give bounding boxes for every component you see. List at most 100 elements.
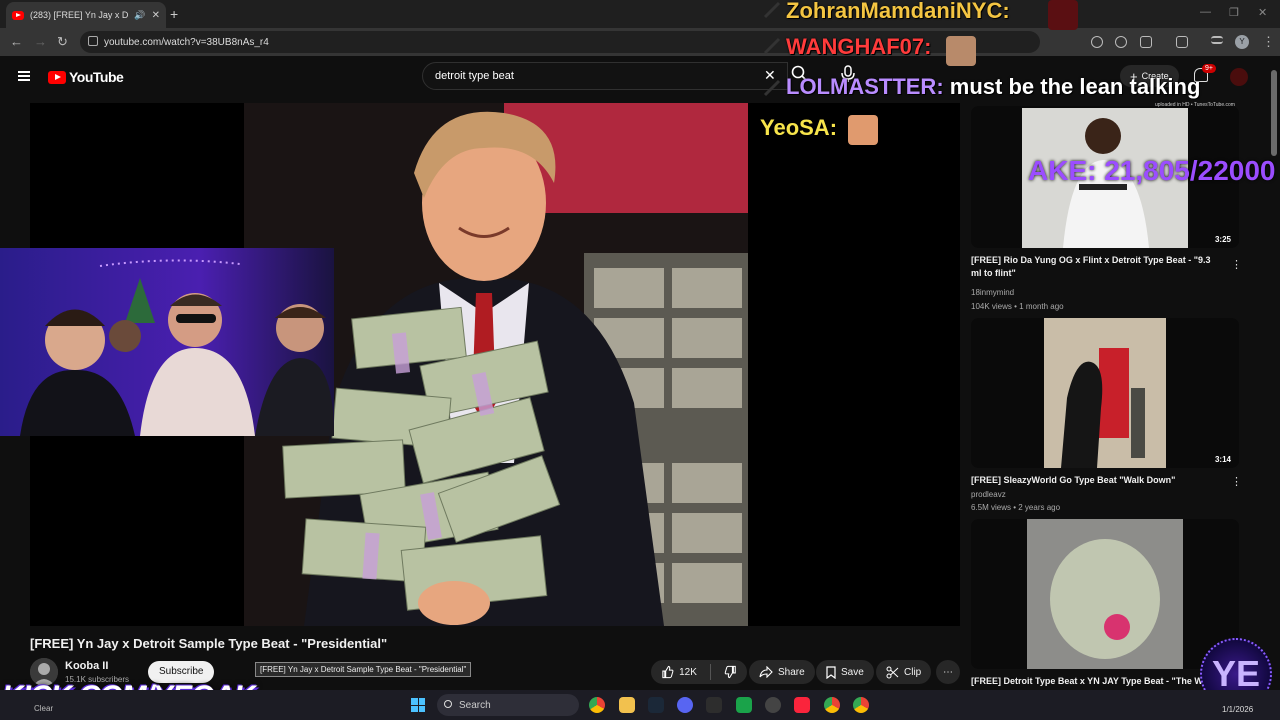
- window-close-icon[interactable]: ✕: [1258, 6, 1267, 19]
- chat-emote: [1048, 0, 1078, 30]
- site-info-icon[interactable]: [88, 36, 98, 46]
- sub-goal-counter: AKE: 21,805/22000: [1028, 155, 1276, 186]
- bookmark-icon: [826, 665, 836, 679]
- browser-tab-active[interactable]: (283) [FREE] Yn Jay x Detroit Sample Typ…: [6, 2, 166, 28]
- recommendation-thumbnail[interactable]: [971, 519, 1239, 669]
- share-arrow-icon: [759, 666, 773, 678]
- chrome-secondary-icon[interactable]: [853, 697, 869, 713]
- title-tooltip: [FREE] Yn Jay x Detroit Sample Type Beat…: [255, 662, 472, 677]
- clip-button[interactable]: Clip: [876, 660, 932, 684]
- channel-name[interactable]: Kooba II: [65, 660, 108, 672]
- youtube-logo-text: YouTube: [69, 69, 124, 85]
- settings-icon[interactable]: [765, 697, 781, 713]
- chat-username: YeoSA:: [760, 115, 838, 140]
- windows-start-icon[interactable]: [411, 698, 425, 712]
- video-title: [FREE] Yn Jay x Detroit Sample Type Beat…: [30, 636, 388, 651]
- file-explorer-icon[interactable]: [619, 697, 635, 713]
- search-input[interactable]: detroit type beat: [422, 62, 788, 90]
- share-button[interactable]: Share: [749, 660, 815, 684]
- browser-toolbar: ← → ↻ youtube.com/watch?v=38UB8nAs_r4 ⋮: [0, 28, 1280, 56]
- recommendation-title[interactable]: [FREE] Detroit Type Beat x YN JAY Type B…: [971, 675, 1221, 688]
- address-url: youtube.com/watch?v=38UB8nAs_r4: [104, 36, 269, 48]
- extension-icon[interactable]: [1115, 36, 1127, 48]
- youtube-logo[interactable]: YouTube: [48, 69, 124, 85]
- capcut-icon[interactable]: [706, 697, 722, 713]
- browser-tab-strip: (283) [FREE] Yn Jay x Detroit Sample Typ…: [0, 0, 1280, 28]
- music-icon[interactable]: [794, 697, 810, 713]
- share-label: Share: [778, 666, 805, 678]
- chrome-icon[interactable]: [589, 697, 605, 713]
- tab-audio-icon[interactable]: 🔊: [134, 10, 145, 21]
- moderator-sword-icon: [763, 79, 781, 97]
- system-clock-date[interactable]: 1/1/2026: [1222, 705, 1253, 714]
- recommendation-channel[interactable]: prodleavz: [971, 490, 1006, 499]
- back-icon[interactable]: ←: [10, 34, 23, 49]
- browser-profile-avatar[interactable]: Y: [1235, 35, 1249, 49]
- thumbs-up-icon[interactable]: [661, 665, 674, 679]
- recommendation-menu-icon[interactable]: ⋮: [1231, 475, 1242, 488]
- duration-badge: 3:25: [1214, 235, 1231, 244]
- recommendation-meta: 6.5M views • 2 years ago: [971, 503, 1061, 512]
- windows-taskbar: Clear Search 1/1/2026: [0, 690, 1280, 720]
- discord-icon[interactable]: [677, 697, 693, 713]
- recommendation-menu-icon[interactable]: ⋮: [1231, 258, 1242, 271]
- save-button[interactable]: Save: [816, 660, 874, 684]
- recommendation-item[interactable]: 3:25 [FREE] Rio Da Yung OG x Flint x Det…: [971, 106, 1242, 311]
- reload-icon[interactable]: ↻: [57, 34, 68, 50]
- chrome-active-icon[interactable]: [824, 697, 840, 713]
- chat-emote: [946, 36, 976, 66]
- chat-message: YeoSA:: [760, 115, 837, 141]
- scissors-icon: [886, 666, 899, 678]
- forward-icon[interactable]: →: [34, 34, 47, 49]
- chat-username: WANGHAF07:: [786, 34, 932, 59]
- search-icon: [444, 700, 452, 708]
- thumbs-down-icon[interactable]: [724, 665, 737, 679]
- chat-message: ZohranMamdaniNYC:: [786, 0, 1010, 24]
- account-avatar[interactable]: [1230, 68, 1248, 86]
- chat-message: LOLMASTTER: must be the lean talking: [786, 74, 1200, 100]
- like-divider: [709, 664, 711, 680]
- steam-icon[interactable]: [648, 697, 664, 713]
- youtube-play-icon: [48, 70, 66, 84]
- moderator-sword-icon: [763, 1, 781, 19]
- chat-emote: [848, 115, 878, 145]
- like-count[interactable]: 12K: [679, 667, 697, 678]
- duration-badge: 3:14: [1214, 455, 1231, 464]
- weather-widget[interactable]: Clear: [34, 704, 53, 713]
- taskbar-search-label: Search: [459, 699, 491, 711]
- like-dislike-group: 12K: [651, 660, 747, 684]
- app-green-icon[interactable]: [736, 697, 752, 713]
- puzzle-extensions-icon[interactable]: [1140, 36, 1152, 48]
- youtube-favicon-icon: [12, 10, 24, 20]
- recommendation-meta: 104K views • 1 month ago: [971, 302, 1064, 311]
- side-panel-icon[interactable]: [1176, 36, 1188, 48]
- recommendation-channel[interactable]: 18inmymind: [971, 288, 1014, 297]
- moderator-sword-icon: [763, 37, 781, 55]
- recommendation-title[interactable]: [FREE] SleazyWorld Go Type Beat "Walk Do…: [971, 474, 1221, 487]
- notification-count-badge: 9+: [1202, 64, 1216, 73]
- more-actions-icon[interactable]: ⋯: [936, 660, 960, 684]
- minimize-icon[interactable]: —: [1200, 6, 1211, 18]
- taskbar-search[interactable]: Search: [437, 694, 579, 716]
- clip-label: Clip: [904, 666, 922, 678]
- recommendation-item[interactable]: 3:14 [FREE] SleazyWorld Go Type Beat "Wa…: [971, 318, 1242, 513]
- chat-username: ZohranMamdaniNYC:: [786, 0, 1010, 23]
- recommendation-title[interactable]: [FREE] Rio Da Yung OG x Flint x Detroit …: [971, 254, 1221, 280]
- page-scrollbar[interactable]: [1271, 70, 1277, 156]
- recommendation-thumbnail[interactable]: 3:14: [971, 318, 1239, 468]
- chat-message: WANGHAF07:: [786, 34, 931, 60]
- save-label: Save: [841, 666, 864, 678]
- media-controls-icon[interactable]: [1211, 36, 1223, 44]
- maximize-icon[interactable]: ❐: [1229, 6, 1239, 19]
- new-tab-icon[interactable]: +: [170, 6, 178, 22]
- chat-text: must be the lean talking: [949, 74, 1201, 99]
- browser-menu-icon[interactable]: ⋮: [1262, 34, 1275, 50]
- chat-username: LOLMASTTER:: [786, 74, 944, 99]
- tab-close-icon[interactable]: ✕: [152, 10, 160, 21]
- streamer-webcam-overlay: [0, 248, 334, 436]
- uploaded-watermark: uploaded in HD • TunesToTube.com: [1155, 102, 1235, 108]
- recommendation-item[interactable]: [FREE] Detroit Type Beat x YN JAY Type B…: [971, 519, 1241, 687]
- tab-title: (283) [FREE] Yn Jay x Detroit Sample Typ…: [30, 10, 129, 20]
- shield-extension-icon[interactable]: [1091, 36, 1103, 48]
- hamburger-menu-icon[interactable]: [18, 71, 30, 81]
